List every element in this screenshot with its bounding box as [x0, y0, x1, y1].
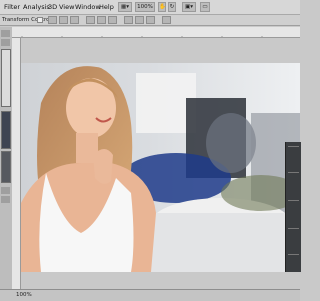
- menu-filter[interactable]: Filter: [4, 1, 20, 13]
- align-icon[interactable]: [59, 16, 68, 24]
- zoom-level-dropdown[interactable]: 100%: [135, 2, 155, 12]
- menu-3d[interactable]: 3D: [48, 1, 57, 13]
- rotate-icon[interactable]: ↻: [168, 2, 176, 12]
- layers-panel[interactable]: [285, 142, 301, 272]
- brush-icon[interactable]: [1, 187, 10, 194]
- menu-analysis[interactable]: Analysis: [23, 1, 50, 13]
- menu-window[interactable]: Window: [75, 1, 101, 13]
- eraser-icon[interactable]: [1, 196, 10, 203]
- layout-icon[interactable]: ▦▾: [118, 2, 132, 12]
- panel-row: [288, 146, 299, 147]
- transform-controls-label: Transform Controls: [2, 17, 54, 23]
- menu-view[interactable]: View: [59, 1, 74, 13]
- horizontal-ruler: [12, 27, 300, 38]
- status-zoom: 100%: [16, 292, 32, 298]
- image-canvas[interactable]: [21, 63, 300, 272]
- align-icon[interactable]: [48, 16, 57, 24]
- distribute-icon[interactable]: [124, 16, 133, 24]
- move-icon[interactable]: [1, 30, 10, 37]
- arrange-icon[interactable]: ▣▾: [182, 2, 196, 12]
- ruler-ticks: [21, 36, 263, 37]
- panel-row: [288, 228, 299, 229]
- panel-row: [288, 200, 299, 201]
- options-bar: Transform Controls: [0, 15, 300, 26]
- transform-controls-checkbox[interactable]: [37, 17, 43, 23]
- menu-help[interactable]: Help: [99, 1, 114, 13]
- align-icon[interactable]: [70, 16, 79, 24]
- vertical-ruler: [12, 38, 21, 300]
- screen-mode-icon[interactable]: ▭: [200, 2, 210, 12]
- marquee-icon[interactable]: [1, 39, 10, 46]
- image-thumbnail[interactable]: [1, 111, 11, 149]
- image-thumbnail[interactable]: [1, 151, 11, 183]
- menu-bar: Filter Analysis 3D View Window Help ▦▾ 1…: [0, 0, 300, 15]
- hand-icon[interactable]: ✋: [158, 2, 166, 12]
- distribute-icon[interactable]: [146, 16, 155, 24]
- distribute-icon[interactable]: [135, 16, 144, 24]
- status-bar: 100%: [0, 289, 300, 301]
- distribute-icon[interactable]: [108, 16, 117, 24]
- distribute-icon[interactable]: [97, 16, 106, 24]
- panel-row: [288, 254, 299, 255]
- panel-row: [288, 172, 299, 173]
- auto-align-icon[interactable]: [162, 16, 171, 24]
- navigator-thumbnail[interactable]: [1, 49, 11, 107]
- photo: [21, 63, 300, 272]
- distribute-icon[interactable]: [86, 16, 95, 24]
